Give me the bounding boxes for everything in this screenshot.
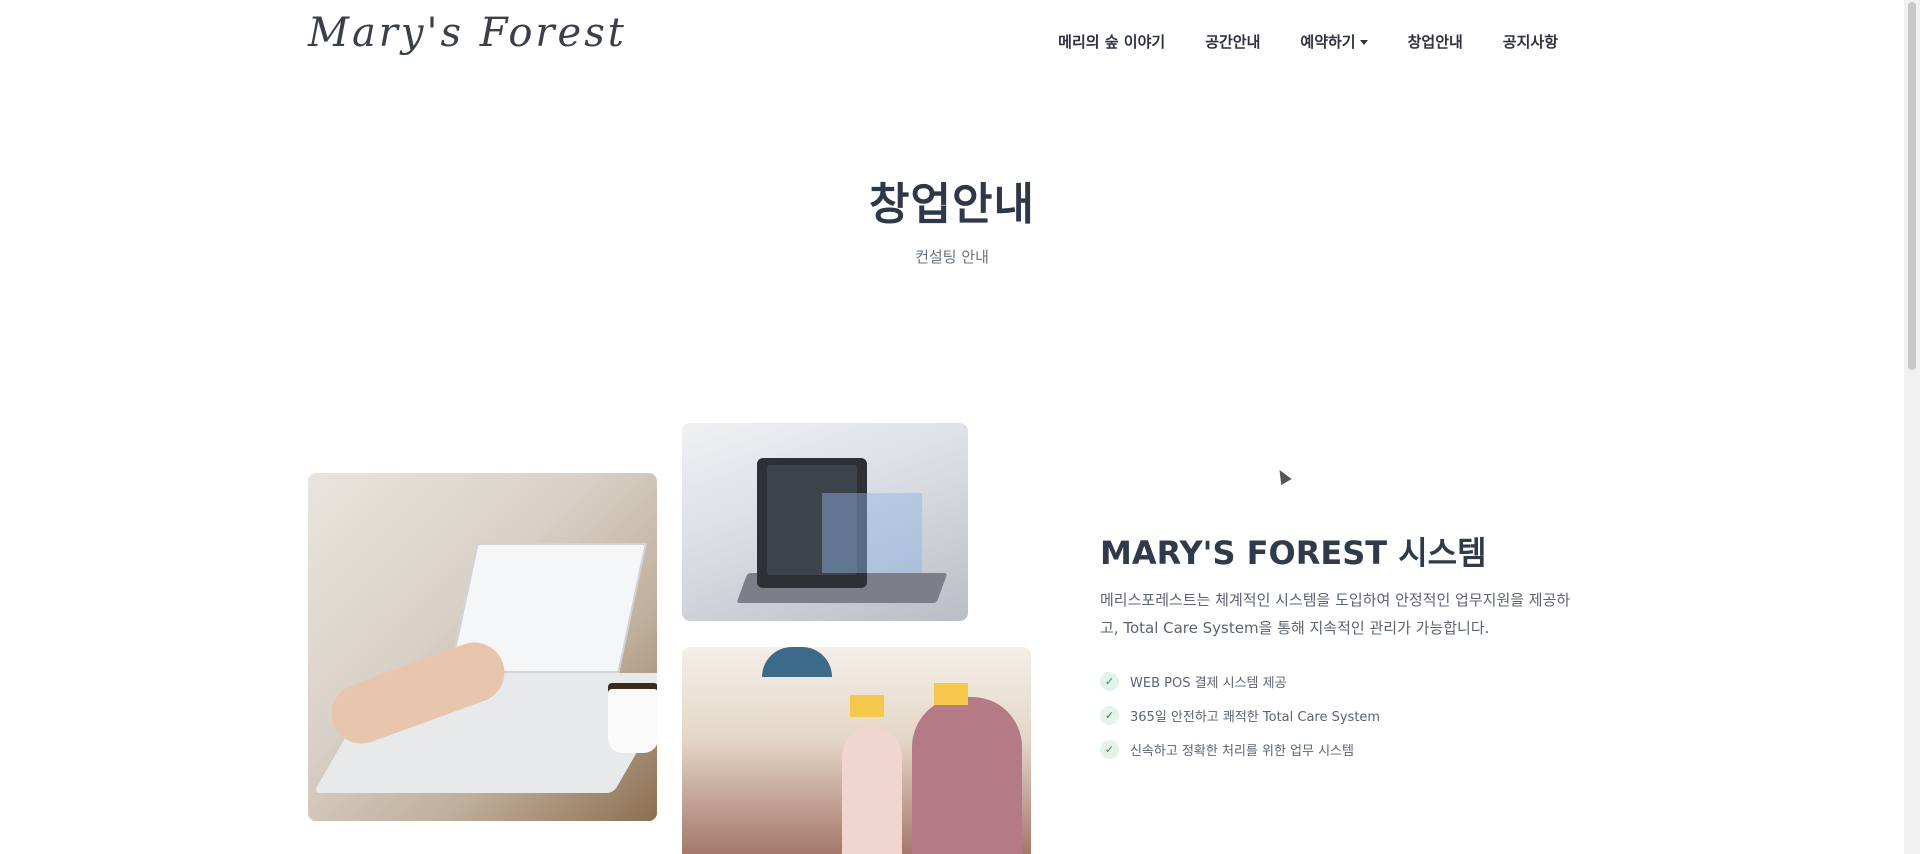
dashboard-device-photo: [682, 423, 968, 621]
hologram-chart-shape: [822, 493, 922, 573]
page-subtitle: 컨설팅 안내: [915, 248, 989, 266]
system-description: 메리스포레스트는 체계적인 시스템을 도입하여 안정적인 업무지원을 제공하고,…: [1100, 591, 1571, 637]
laptop-tablet-photo: [308, 473, 657, 821]
feature-text: 365일 안전하고 쾌적한 Total Care System: [1130, 709, 1381, 725]
chevron-down-icon: [1359, 40, 1368, 45]
feature-text: 신속하고 정확한 처리를 위한 업무 시스템: [1130, 743, 1354, 759]
scrollbar-thumb[interactable]: [1908, 2, 1916, 370]
list-item: ✓ WEB POS 결제 시스템 제공: [1100, 664, 1380, 698]
crown-shape: [934, 683, 968, 705]
nav-item-label: 메리의 숲 이야기: [1058, 33, 1166, 51]
coffee-mug-shape: [608, 683, 657, 753]
nav-item-space[interactable]: 공간안내: [1205, 31, 1260, 52]
list-item: ✓ 365일 안전하고 쾌적한 Total Care System: [1100, 698, 1380, 732]
nav-item-reservation[interactable]: 예약하기: [1300, 31, 1368, 52]
lamp-shape: [762, 647, 832, 677]
feature-text: WEB POS 결제 시스템 제공: [1130, 675, 1287, 691]
vertical-scrollbar[interactable]: [1904, 0, 1920, 854]
mother-shape: [912, 697, 1022, 854]
feature-list: ✓ WEB POS 결제 시스템 제공 ✓ 365일 안전하고 쾌적한 Total …: [1100, 664, 1380, 766]
system-title: MARY'S FOREST 시스템: [1100, 534, 1487, 572]
nav-item-notice[interactable]: 공지사항: [1503, 31, 1558, 52]
nav-item-story[interactable]: 메리의 숲 이야기: [1058, 31, 1165, 52]
nav-item-label: 예약하기: [1300, 33, 1356, 51]
site-logo[interactable]: Mary's Forest: [308, 10, 627, 56]
nav-item-label: 공지사항: [1502, 33, 1558, 51]
check-icon: ✓: [1100, 739, 1119, 759]
child-shape: [842, 727, 902, 854]
site-header: Mary's Forest 메리의 숲 이야기 공간안내 예약하기 창업안내 공…: [0, 0, 1904, 80]
family-photo: [682, 647, 1031, 854]
list-item: ✓ 신속하고 정확한 처리를 위한 업무 시스템: [1100, 732, 1380, 766]
mouse-cursor-icon: [1274, 466, 1292, 486]
nav-item-label: 창업안내: [1407, 33, 1463, 51]
main-nav: 메리의 숲 이야기 공간안내 예약하기 창업안내 공지사항: [1058, 31, 1558, 52]
check-icon: ✓: [1100, 705, 1119, 725]
nav-item-label: 공간안내: [1205, 33, 1261, 51]
page-title: 창업안내: [869, 179, 1035, 230]
nav-item-franchise[interactable]: 창업안내: [1408, 31, 1463, 52]
crown-shape: [850, 695, 884, 717]
check-icon: ✓: [1100, 671, 1119, 691]
